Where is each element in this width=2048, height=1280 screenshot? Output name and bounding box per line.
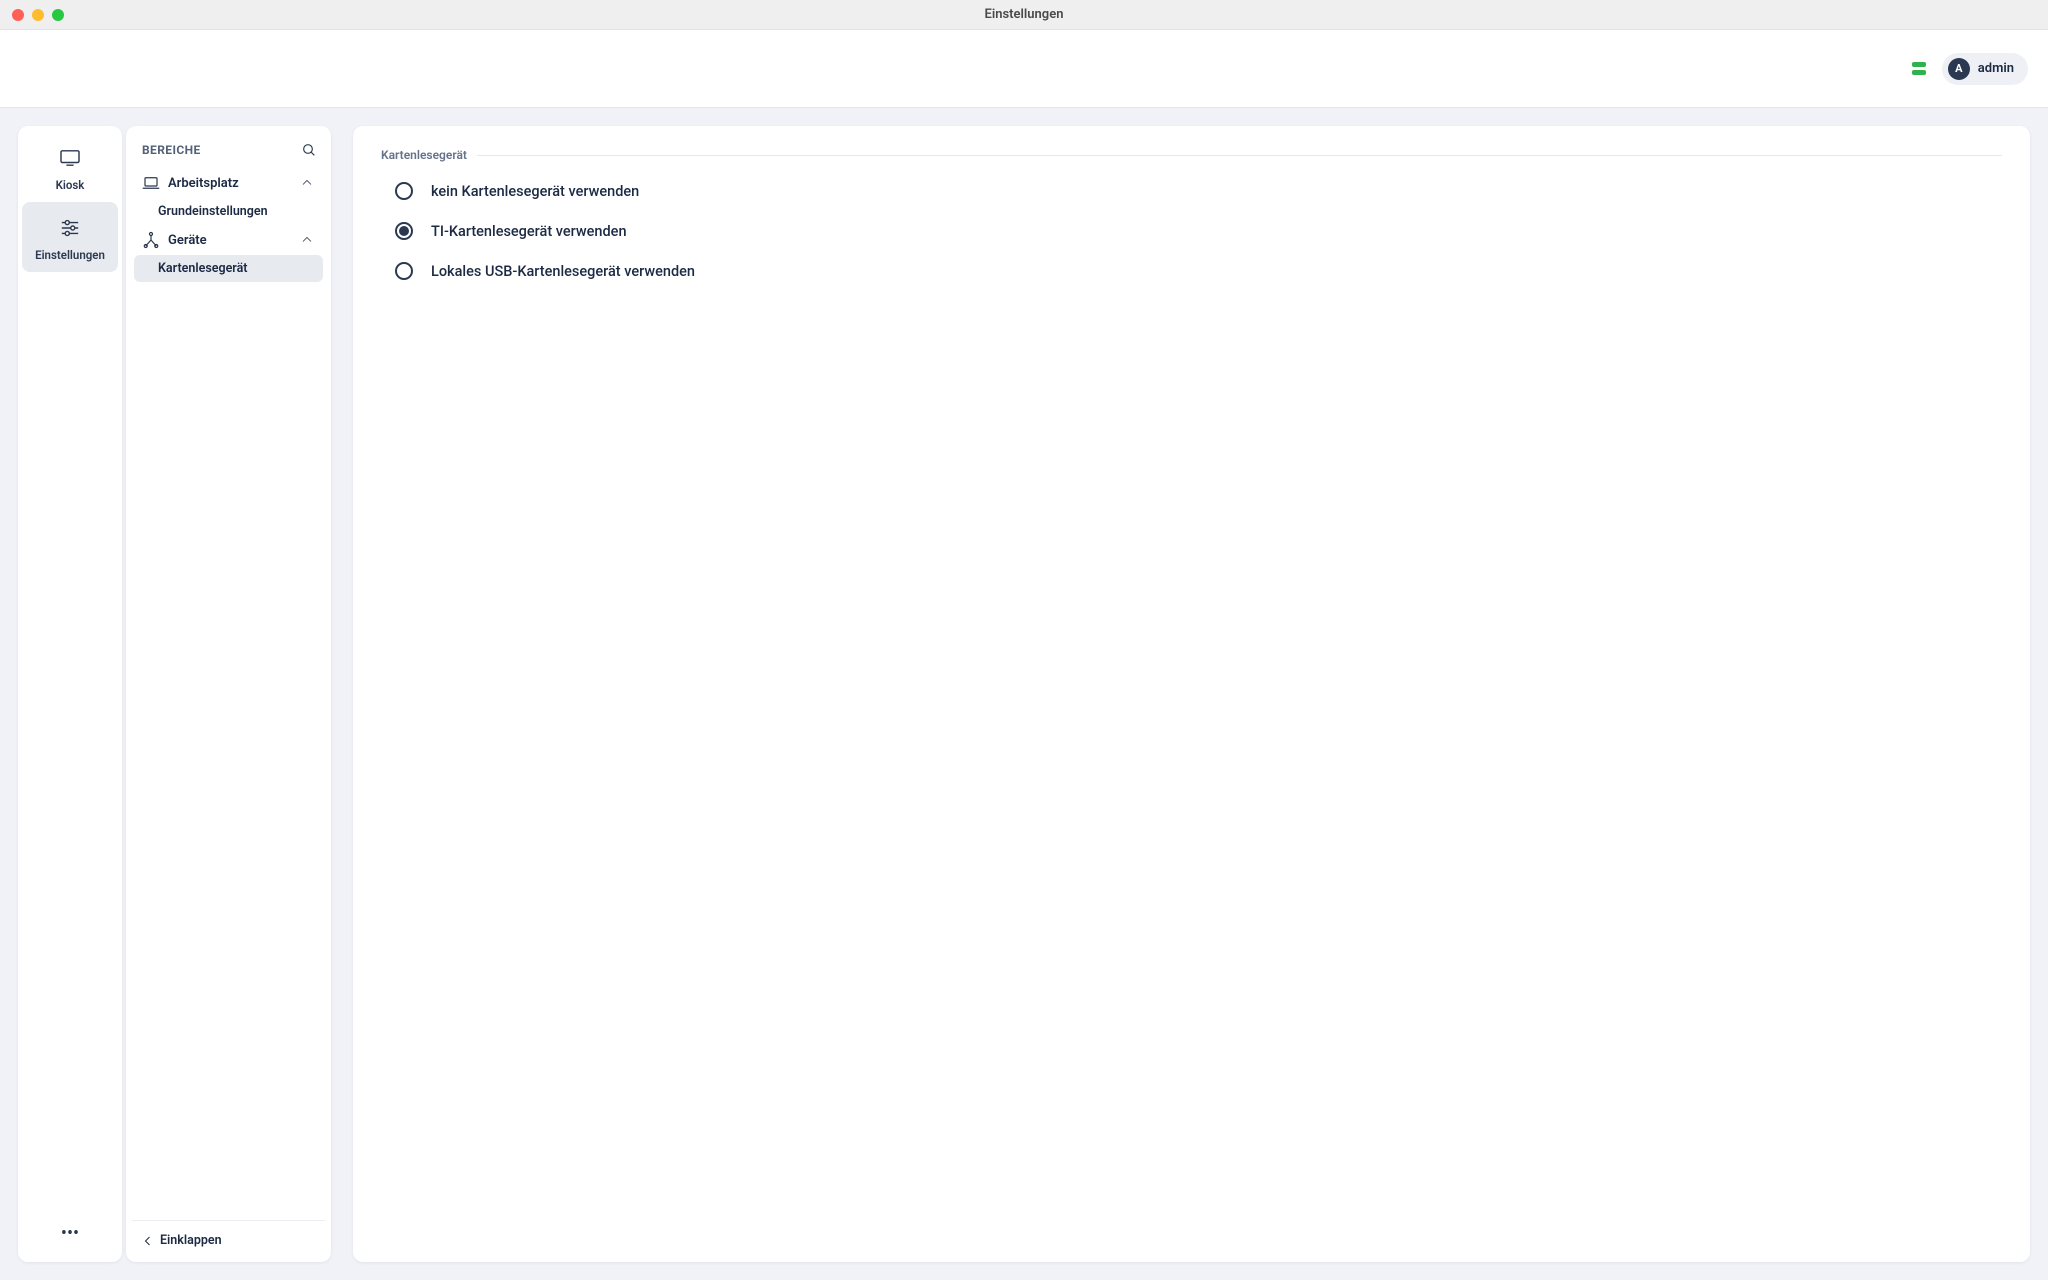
side-nav-header: BEREICHE bbox=[132, 136, 325, 168]
settings-group-title: Kartenlesegerät bbox=[381, 148, 467, 162]
rail-item-kiosk[interactable]: Kiosk bbox=[22, 132, 118, 202]
more-icon: ••• bbox=[61, 1223, 79, 1244]
divider bbox=[477, 155, 2002, 156]
side-nav-list: Arbeitsplatz Grundeinstellungen bbox=[132, 168, 325, 282]
rail-item-label: Kiosk bbox=[56, 178, 85, 192]
nav-section-geraete[interactable]: Geräte bbox=[134, 225, 323, 255]
radio-icon bbox=[395, 182, 413, 200]
window-controls bbox=[12, 9, 64, 21]
side-nav: BEREICHE Arb bbox=[126, 126, 331, 1262]
radio-label: Lokales USB-Kartenlesegerät verwenden bbox=[431, 263, 695, 280]
close-window-button[interactable] bbox=[12, 9, 24, 21]
nav-item-label: Grundeinstellungen bbox=[158, 204, 268, 219]
card-reader-radio-group: kein Kartenlesegerät verwenden TI-Karten… bbox=[381, 182, 2002, 280]
main-content: Kartenlesegerät kein Kartenlesegerät ver… bbox=[353, 126, 2030, 1262]
nav-item-label: Kartenlesegerät bbox=[158, 261, 248, 276]
radio-label: kein Kartenlesegerät verwenden bbox=[431, 183, 639, 200]
settings-icon bbox=[52, 214, 88, 242]
radio-icon bbox=[395, 222, 413, 240]
app-toolbar: A admin bbox=[0, 30, 2048, 108]
kiosk-icon bbox=[52, 144, 88, 172]
rail-more-button[interactable]: ••• bbox=[22, 1205, 118, 1256]
radio-option-ti[interactable]: TI-Kartenlesegerät verwenden bbox=[395, 222, 2002, 240]
nav-section-label: Geräte bbox=[168, 233, 207, 248]
chevron-up-icon bbox=[299, 232, 315, 248]
zoom-window-button[interactable] bbox=[52, 9, 64, 21]
user-name-label: admin bbox=[1978, 61, 2014, 76]
collapse-sidebar-button[interactable]: Einklappen bbox=[132, 1220, 325, 1262]
settings-group-header: Kartenlesegerät bbox=[381, 148, 2002, 162]
nav-item-kartenlesegeraet[interactable]: Kartenlesegerät bbox=[134, 255, 323, 282]
radio-icon bbox=[395, 262, 413, 280]
chevron-up-icon bbox=[299, 175, 315, 191]
minimize-window-button[interactable] bbox=[32, 9, 44, 21]
side-nav-heading: BEREICHE bbox=[142, 143, 201, 157]
chevron-left-icon bbox=[142, 1235, 154, 1247]
devices-icon bbox=[142, 231, 160, 249]
nav-item-grundeinstellungen[interactable]: Grundeinstellungen bbox=[134, 198, 323, 225]
search-icon[interactable] bbox=[301, 142, 317, 158]
rail-item-label: Einstellungen bbox=[35, 248, 105, 262]
titlebar: Einstellungen bbox=[0, 0, 2048, 30]
window-title: Einstellungen bbox=[0, 7, 2048, 22]
collapse-label: Einklappen bbox=[160, 1233, 222, 1248]
primary-rail: Kiosk Einstellungen bbox=[18, 126, 122, 1262]
connection-status-icon[interactable] bbox=[1912, 62, 1926, 76]
nav-section-label: Arbeitsplatz bbox=[168, 176, 239, 191]
app-window: Einstellungen A admin bbox=[0, 0, 2048, 1280]
nav-section-arbeitsplatz[interactable]: Arbeitsplatz bbox=[134, 168, 323, 198]
avatar: A bbox=[1948, 58, 1970, 80]
radio-option-none[interactable]: kein Kartenlesegerät verwenden bbox=[395, 182, 2002, 200]
radio-label: TI-Kartenlesegerät verwenden bbox=[431, 223, 627, 240]
radio-option-usb[interactable]: Lokales USB-Kartenlesegerät verwenden bbox=[395, 262, 2002, 280]
app-body: Kiosk Einstellungen bbox=[0, 108, 2048, 1280]
laptop-icon bbox=[142, 174, 160, 192]
user-menu[interactable]: A admin bbox=[1942, 53, 2028, 85]
rail-item-settings[interactable]: Einstellungen bbox=[22, 202, 118, 272]
primary-rail-card: Kiosk Einstellungen bbox=[18, 126, 122, 1262]
